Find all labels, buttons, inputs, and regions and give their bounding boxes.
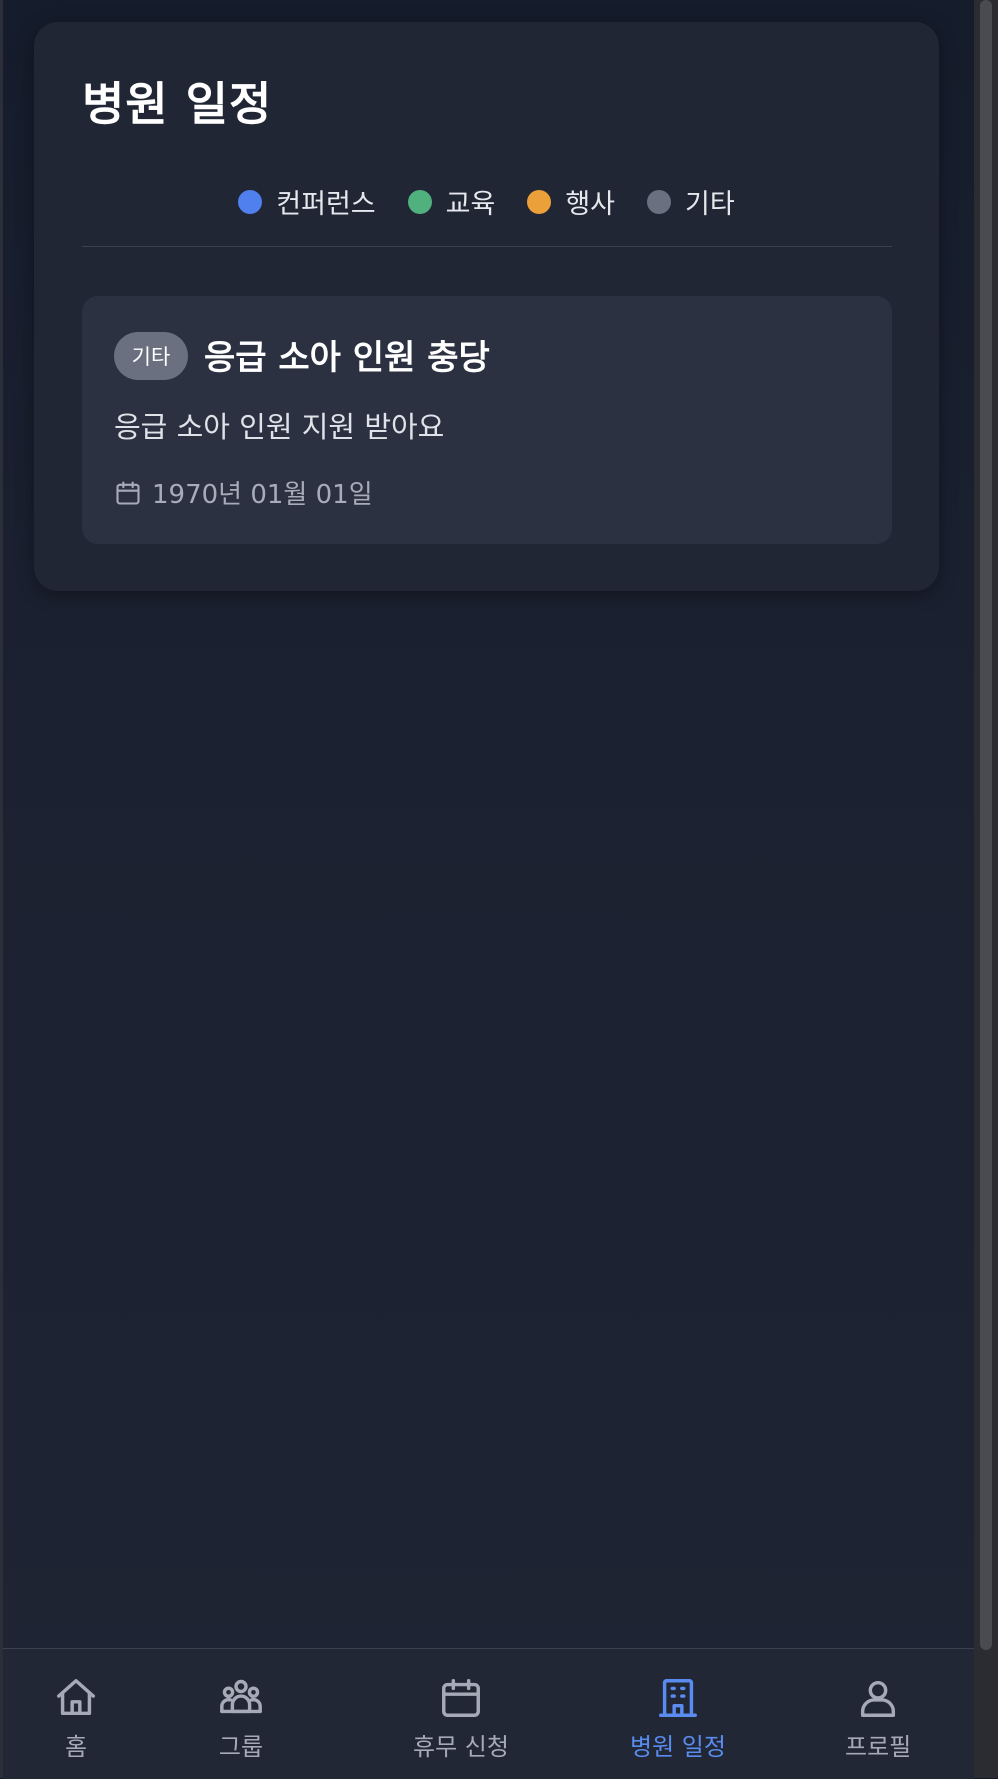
nav-label: 휴무 신청 — [413, 1733, 509, 1761]
nav-item-profile[interactable]: 프로필 — [845, 1675, 911, 1762]
home-icon — [57, 1679, 95, 1716]
event-card[interactable]: 기타 응급 소아 인원 충당 응급 소아 인원 지원 받아요 1970년 01월… — [82, 296, 892, 544]
hospital-building-icon — [658, 1679, 697, 1717]
divider — [82, 246, 892, 247]
nav-label: 프로필 — [845, 1733, 912, 1761]
legend-item-other: 기타 — [647, 182, 735, 221]
event-date: 1970년 01월 01일 — [114, 474, 373, 511]
orange-dot-icon — [527, 189, 552, 214]
legend-label: 교육 — [445, 189, 496, 220]
blue-dot-icon — [238, 189, 263, 214]
nav-item-hospital-schedule[interactable]: 병원 일정 — [630, 1675, 726, 1762]
legend-item-conference: 컨퍼런스 — [238, 182, 376, 221]
legend-item-education: 교육 — [407, 182, 496, 221]
category-badge: 기타 — [114, 332, 188, 380]
event-date-text: 1970년 01월 01일 — [152, 480, 373, 510]
scrollbar-thumb[interactable] — [980, 0, 992, 1650]
event-description: 응급 소아 인원 지원 받아요 — [114, 410, 445, 444]
legend-label: 행사 — [565, 189, 616, 220]
nav-item-home[interactable]: 홈 — [53, 1675, 99, 1762]
green-dot-icon — [407, 189, 432, 214]
nav-item-leave-request[interactable]: 휴무 신청 — [413, 1675, 509, 1762]
nav-label: 홈 — [64, 1733, 88, 1761]
scrollbar[interactable] — [974, 0, 998, 1778]
legend-label: 기타 — [685, 189, 735, 220]
gray-dot-icon — [647, 189, 672, 214]
legend-label: 컨퍼런스 — [276, 189, 376, 220]
nav-label: 병원 일정 — [630, 1733, 726, 1761]
calendar-icon — [441, 1679, 480, 1717]
event-title: 응급 소아 인원 충당 — [204, 338, 490, 378]
nav-item-group[interactable]: 그룹 — [218, 1675, 264, 1762]
user-icon — [861, 1680, 896, 1717]
nav-label: 그룹 — [218, 1733, 264, 1761]
schedule-card: 병원 일정 컨퍼런스 교육 행사 기타 기타 응급 소아 인원 충당 응급 소아… — [34, 22, 939, 591]
category-legend: 컨퍼런스 교육 행사 기타 — [34, 182, 939, 221]
bottom-navigation: 홈 그룹 휴무 신청 병원 일정 프로필 — [3, 1648, 974, 1779]
window-edge — [0, 0, 3, 1778]
calendar-icon — [116, 480, 140, 505]
legend-item-event: 행사 — [527, 182, 615, 221]
group-icon — [220, 1679, 262, 1714]
page-title: 병원 일정 — [82, 77, 273, 131]
app-screen: 병원 일정 컨퍼런스 교육 행사 기타 기타 응급 소아 인원 충당 응급 소아… — [0, 0, 998, 1779]
